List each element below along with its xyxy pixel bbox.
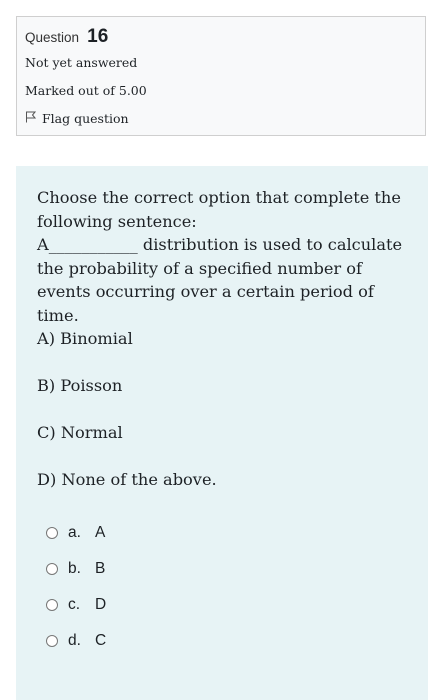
- question-sentence: A___________ distribution is used to cal…: [37, 235, 403, 325]
- radio-button[interactable]: [46, 599, 58, 611]
- flag-icon: [25, 111, 37, 126]
- radio-button[interactable]: [46, 635, 58, 647]
- question-heading: Question 16: [25, 26, 108, 48]
- question-state: Not yet answered: [25, 55, 138, 70]
- question-grade: Marked out of 5.00: [25, 83, 147, 98]
- question-number: 16: [87, 26, 109, 47]
- radio-button[interactable]: [46, 563, 58, 575]
- option-text-a: A) Binomial: [37, 329, 133, 348]
- answer-letter: b.: [68, 560, 81, 577]
- answer-value: C: [95, 632, 107, 649]
- answer-letter: d.: [68, 632, 81, 649]
- answer-choice-d[interactable]: d. C: [46, 632, 106, 650]
- flag-question-label: Flag question: [42, 111, 129, 126]
- answer-choice-c[interactable]: c. D: [46, 596, 106, 614]
- question-text: Choose the correct option that complete …: [37, 186, 417, 327]
- radio-button[interactable]: [46, 527, 58, 539]
- answer-value: B: [95, 560, 106, 577]
- question-info-panel: Question 16 Not yet answered Marked out …: [16, 16, 426, 136]
- answer-letter: a.: [68, 524, 81, 541]
- question-instruction: Choose the correct option that complete …: [37, 188, 401, 231]
- answer-choice-a[interactable]: a. A: [46, 524, 105, 542]
- answer-letter: c.: [68, 596, 81, 613]
- answer-value: A: [95, 524, 106, 541]
- option-text-b: B) Poisson: [37, 376, 123, 395]
- question-content: Choose the correct option that complete …: [16, 166, 428, 700]
- question-label: Question: [25, 30, 80, 45]
- flag-question-link[interactable]: Flag question: [25, 111, 129, 126]
- answer-choice-b[interactable]: b. B: [46, 560, 105, 578]
- option-text-c: C) Normal: [37, 423, 123, 442]
- option-text-d: D) None of the above.: [37, 470, 217, 489]
- answer-value: D: [95, 596, 107, 613]
